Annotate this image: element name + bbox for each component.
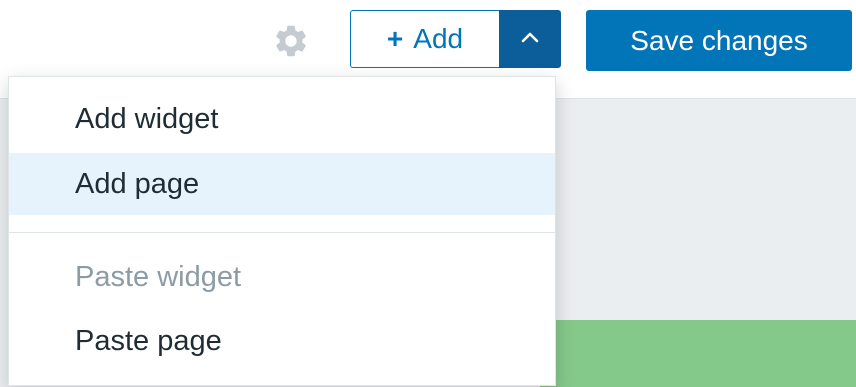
plus-icon: + bbox=[386, 23, 404, 54]
menu-item-paste-page[interactable]: Paste page bbox=[9, 310, 555, 372]
add-menu-toggle-button[interactable] bbox=[499, 10, 561, 68]
gear-icon[interactable] bbox=[272, 22, 310, 60]
dashboard-widget bbox=[540, 320, 856, 387]
menu-item-add-page[interactable]: Add page bbox=[9, 153, 555, 215]
menu-item-label: Add page bbox=[75, 167, 200, 200]
menu-item-paste-widget: Paste widget bbox=[9, 246, 555, 308]
menu-divider bbox=[9, 232, 555, 233]
add-dropdown-menu: Add widget Add page Paste widget Paste p… bbox=[8, 76, 556, 386]
menu-item-label: Paste page bbox=[75, 324, 222, 357]
save-changes-label: Save changes bbox=[630, 24, 808, 56]
menu-item-label: Add widget bbox=[75, 102, 219, 135]
menu-item-add-widget[interactable]: Add widget bbox=[9, 88, 555, 150]
menu-item-label: Paste widget bbox=[75, 260, 242, 293]
chevron-up-icon bbox=[520, 30, 540, 49]
save-changes-button[interactable]: Save changes bbox=[586, 10, 852, 71]
add-button-label: Add bbox=[413, 23, 464, 54]
add-button[interactable]: + Add bbox=[350, 10, 499, 68]
